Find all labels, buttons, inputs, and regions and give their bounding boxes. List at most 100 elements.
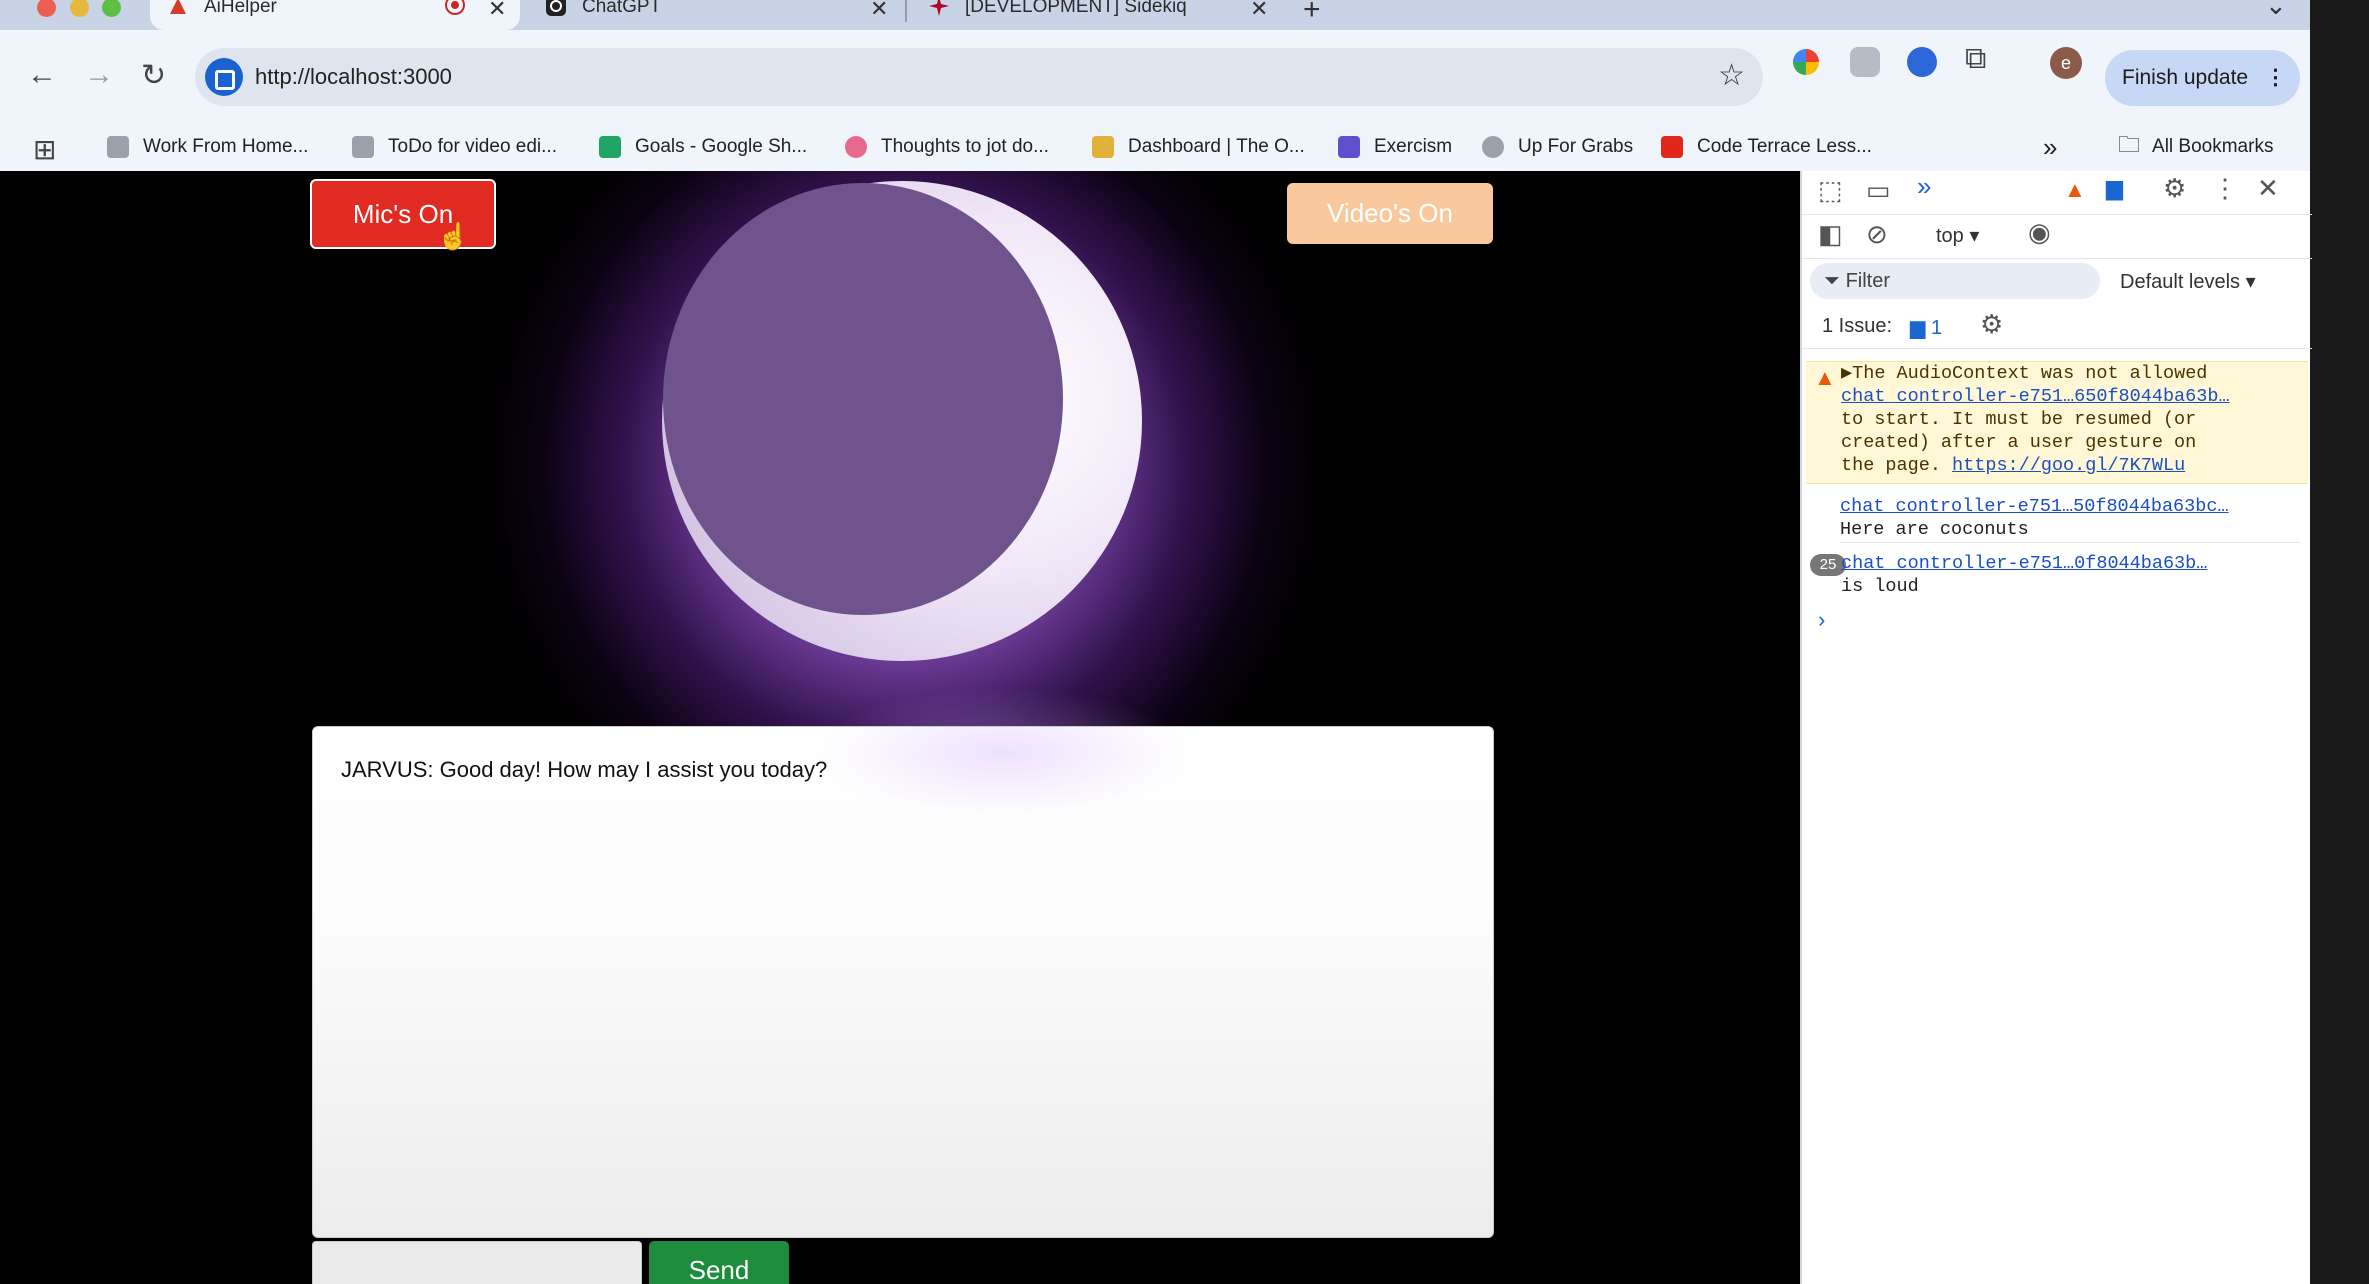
message-input[interactable]: [312, 1241, 642, 1284]
color-picker-extension-icon[interactable]: [1793, 49, 1819, 75]
source-link[interactable]: chat_controller-e751…0f8044ba63b…: [1841, 553, 2207, 574]
bookmark-favicon-icon: [1482, 136, 1504, 158]
page-content: Mic's On ☝ Video's On JARVUS: Good day! …: [0, 171, 1800, 1284]
bookmark-label: ToDo for video edi...: [388, 136, 557, 157]
bookmark-favicon-icon: [1092, 136, 1114, 158]
back-arrow-icon[interactable]: ←: [27, 58, 57, 92]
bookmark-item[interactable]: ToDo for video edi...: [352, 123, 557, 171]
source-link[interactable]: chat_controller-e751…50f8044ba63bc…: [1840, 496, 2229, 517]
live-expression-eye-icon[interactable]: ◉: [2028, 217, 2051, 248]
log-levels-dropdown[interactable]: Default levels ▾: [2120, 269, 2256, 294]
warning-icon: ▲: [1814, 365, 1836, 390]
folder-icon: 🗀: [2118, 132, 2141, 157]
bookmark-item[interactable]: Up For Grabs: [1482, 123, 1633, 171]
bookmark-label: Dashboard | The O...: [1128, 136, 1305, 157]
hand-pointer-icon: ☝: [437, 221, 470, 251]
bookmark-favicon-icon: [1661, 136, 1683, 158]
profile-avatar[interactable]: e: [2050, 47, 2082, 79]
bookmark-item[interactable]: Goals - Google Sh...: [599, 123, 807, 171]
url-text[interactable]: http://localhost:3000: [255, 64, 452, 90]
finish-update-button[interactable]: Finish update ⋮: [2105, 50, 2300, 106]
extensions-puzzle-icon[interactable]: ⧉: [1965, 42, 1986, 76]
sidebar-toggle-icon[interactable]: ◧: [1818, 219, 1843, 250]
all-bookmarks-button[interactable]: 🗀 All Bookmarks: [2118, 123, 2273, 171]
log-text: is loud: [1841, 576, 1919, 597]
tab-strip: AiHelper ✕ ChatGPT ✕ [DEVELOPMENT] Sidek…: [0, 0, 2310, 30]
console-warning-message: ▲ ▶The AudioContext was not allowed chat…: [1806, 361, 2308, 484]
console-filter-input[interactable]: ⏷ Filter: [1810, 263, 2100, 299]
chat-message: JARVUS: Good day! How may I assist you t…: [341, 757, 828, 782]
tab-sidekiq[interactable]: [DEVELOPMENT] Sidekiq ✕: [915, 0, 1285, 30]
more-vertical-icon: ⋮: [2265, 66, 2286, 89]
more-vertical-icon[interactable]: ⋮: [2212, 173, 2238, 204]
extension-icon[interactable]: [1850, 47, 1880, 77]
issues-count-badge[interactable]: ▆ 1: [1910, 315, 1942, 340]
console-prompt-icon[interactable]: ›: [1818, 607, 1825, 633]
log-body: chat_controller-e751…0f8044ba63b… is lou…: [1841, 552, 2207, 598]
tab-close-icon[interactable]: ✕: [870, 0, 888, 22]
warning-count-icon[interactable]: ▲: [2064, 177, 2086, 203]
more-panels-icon[interactable]: »: [1917, 171, 1931, 202]
maximize-window-button[interactable]: [102, 0, 121, 17]
issues-count-icon[interactable]: ▆: [2106, 175, 2123, 201]
bookmark-label: Up For Grabs: [1518, 136, 1634, 157]
devtools-panel: ⬚ ▭ » ▲ ▆ ⚙ ⋮ ✕ ◧ ⊘ top ▾ ◉ ⏷ Filter Def…: [1800, 171, 2312, 1284]
extension-icon[interactable]: [1907, 47, 1937, 77]
send-button[interactable]: Send: [649, 1241, 789, 1284]
help-link[interactable]: https://goo.gl/7K7WLu: [1952, 455, 2185, 476]
tab-chatgpt[interactable]: ChatGPT ✕: [530, 0, 900, 30]
bookmark-label: Goals - Google Sh...: [635, 136, 808, 157]
bookmark-favicon-icon: [845, 136, 867, 158]
devtools-toolbar: ⬚ ▭ » ▲ ▆ ⚙ ⋮ ✕: [1802, 171, 2312, 215]
new-tab-button[interactable]: +: [1303, 0, 1321, 27]
warning-prefix: ▶The AudioContext was not allowed: [1841, 363, 2208, 384]
settings-gear-icon[interactable]: ⚙: [2163, 173, 2186, 204]
sidekiq-favicon-icon: [929, 0, 949, 16]
issues-label: 1 Issue:: [1822, 315, 1893, 337]
apps-grid-icon[interactable]: ⊞: [33, 133, 56, 166]
bookmark-label: Thoughts to jot do...: [881, 136, 1049, 157]
forward-arrow-icon[interactable]: →: [84, 58, 114, 92]
video-toggle-button[interactable]: Video's On: [1287, 183, 1493, 244]
bookmark-item[interactable]: Dashboard | The O...: [1092, 123, 1305, 171]
context-selector[interactable]: top ▾: [1936, 223, 1979, 248]
bookmark-favicon-icon: [352, 136, 374, 158]
chat-transcript[interactable]: JARVUS: Good day! How may I assist you t…: [312, 687, 1494, 1238]
bookmark-label: Exercism: [1374, 136, 1453, 157]
device-toggle-icon[interactable]: ▭: [1866, 175, 1891, 206]
bookmark-item[interactable]: Exercism: [1338, 123, 1452, 171]
clear-console-icon[interactable]: ⊘: [1866, 219, 1888, 250]
tab-close-icon[interactable]: ✕: [488, 0, 506, 22]
tab-title: AiHelper: [204, 0, 277, 17]
bookmark-favicon-icon: [107, 136, 129, 158]
filter-placeholder: Filter: [1845, 270, 1891, 292]
reload-icon[interactable]: ↻: [141, 58, 166, 93]
console-log-message: 25 chat_controller-e751…0f8044ba63b… is …: [1810, 552, 2305, 644]
issues-settings-gear-icon[interactable]: ⚙: [1980, 309, 2003, 340]
bookmark-favicon-icon: [1338, 136, 1360, 158]
close-window-button[interactable]: [37, 0, 56, 17]
filter-icon: ⏷: [1824, 270, 1846, 292]
issues-bar[interactable]: 1 Issue: ▆ 1 ⚙: [1802, 303, 2312, 349]
chatgpt-favicon-icon: [546, 0, 566, 16]
console-toolbar: ◧ ⊘ top ▾ ◉: [1802, 215, 2312, 259]
source-link[interactable]: chat_controller-e751…650f8044ba63b…: [1841, 386, 2230, 407]
tab-title: ChatGPT: [582, 0, 662, 17]
inspect-element-icon[interactable]: ⬚: [1818, 175, 1843, 206]
close-devtools-icon[interactable]: ✕: [2257, 173, 2279, 204]
tab-aihelper[interactable]: AiHelper ✕: [150, 0, 520, 30]
tab-close-icon[interactable]: ✕: [1250, 0, 1268, 22]
bookmark-item[interactable]: Thoughts to jot do...: [845, 123, 1049, 171]
minimize-window-button[interactable]: [70, 0, 89, 17]
finish-update-label: Finish update: [2122, 66, 2249, 89]
bookmark-star-icon[interactable]: ☆: [1718, 58, 1745, 93]
bookmark-item[interactable]: Work From Home...: [107, 123, 308, 171]
site-info-icon[interactable]: [205, 58, 243, 96]
tab-title: [DEVELOPMENT] Sidekiq: [965, 0, 1187, 17]
browser-toolbar: ← → ↻ http://localhost:3000 ☆ ⧉ e Finish…: [0, 30, 2310, 123]
bookmarks-overflow-button[interactable]: »: [2043, 123, 2057, 171]
address-bar[interactable]: http://localhost:3000 ☆: [195, 48, 1763, 106]
tab-search-chevron-icon[interactable]: ⌄: [2265, 0, 2287, 21]
bookmark-item[interactable]: Code Terrace Less...: [1661, 123, 1872, 171]
bookmarks-bar: ⊞ Work From Home... ToDo for video edi..…: [0, 123, 2310, 171]
